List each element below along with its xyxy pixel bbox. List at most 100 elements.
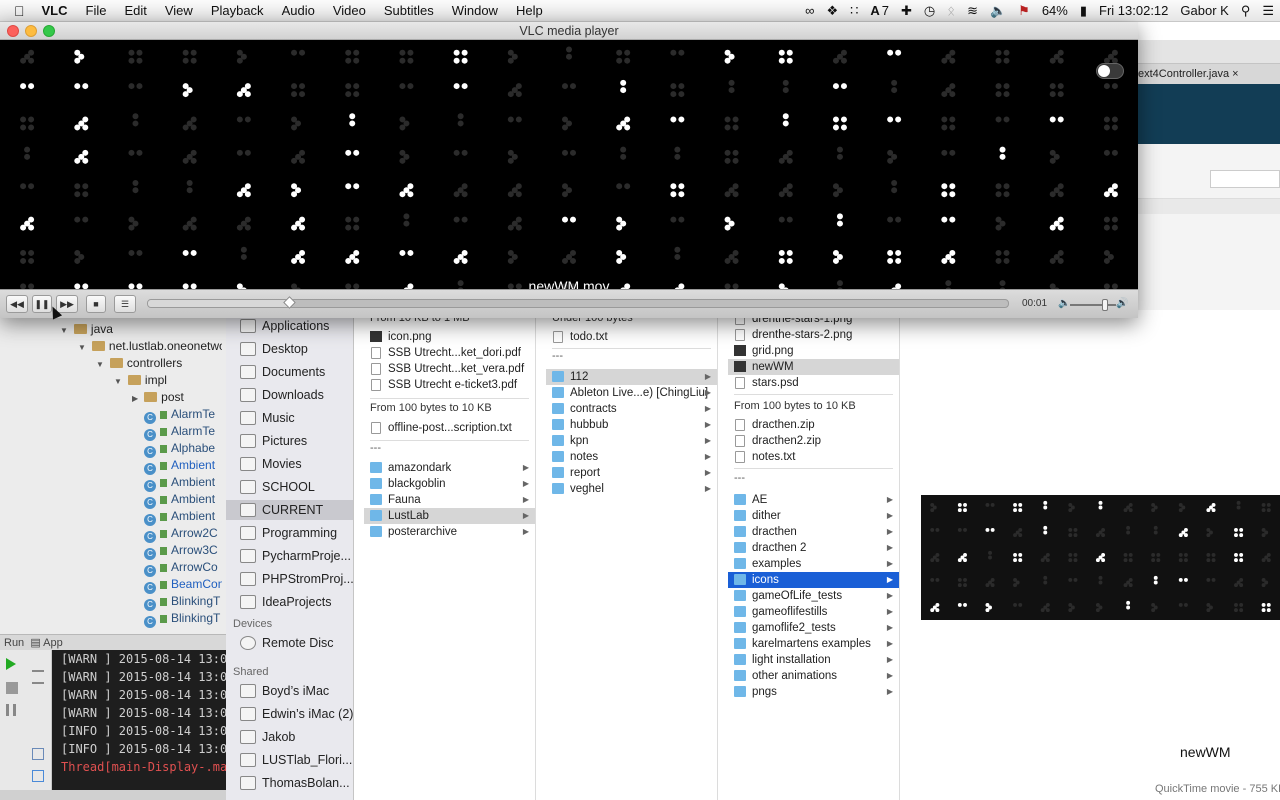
folder-item[interactable]: icons ▶ — [728, 572, 899, 588]
tree-item[interactable]: C BlinkingT — [144, 610, 220, 628]
file-item[interactable]: SSB Utrecht...ket_dori.pdf — [364, 345, 535, 361]
menu-subtitles[interactable]: Subtitles — [375, 0, 443, 22]
chevron-down-icon[interactable]: ▼ — [114, 377, 122, 386]
folder-item[interactable]: LustLab ▶ — [364, 508, 535, 524]
sidebar-device-item[interactable]: Remote Disc — [226, 633, 353, 653]
stop-button[interactable]: ■ — [86, 295, 106, 313]
menu-window[interactable]: Window — [443, 0, 507, 22]
run-label[interactable]: Run — [4, 637, 24, 649]
pause-icon[interactable] — [6, 704, 16, 716]
tree-item[interactable]: C Ambient — [144, 474, 215, 492]
folder-item[interactable]: posterarchive ▶ — [364, 524, 535, 540]
clock[interactable]: Fri 13:02:12 — [1093, 0, 1174, 22]
close-tab-icon[interactable]: × — [1232, 68, 1238, 80]
spotlight-icon[interactable]: ⚲ — [1235, 0, 1257, 22]
folder-item[interactable]: dracthen ▶ — [728, 524, 899, 540]
file-item[interactable]: notes.txt — [728, 449, 899, 465]
chevron-down-icon[interactable]: ▼ — [96, 360, 104, 369]
menu-view[interactable]: View — [156, 0, 202, 22]
tree-item[interactable]: ▼ impl — [114, 372, 167, 389]
sidebar-item[interactable]: Desktop — [226, 339, 353, 359]
mute-icon[interactable]: 🔈 — [1058, 298, 1070, 309]
volume-slider[interactable] — [1070, 304, 1116, 306]
tree-item[interactable]: C BlinkingT — [144, 593, 220, 611]
menu-audio[interactable]: Audio — [273, 0, 324, 22]
time-machine-icon[interactable]: ◷ — [918, 0, 941, 22]
tree-item[interactable]: C Alphabe — [144, 440, 215, 458]
folder-item[interactable]: Ableton Live...e) [ChingLiu] ▶ — [546, 385, 717, 401]
sidebar-item[interactable]: Applications — [226, 316, 353, 336]
movie-preview-thumbnail[interactable] — [921, 495, 1280, 620]
minimize-window-button[interactable] — [25, 25, 37, 37]
folder-item[interactable]: gamoflife2_tests ▶ — [728, 620, 899, 636]
playlist-button[interactable]: ☰ — [114, 295, 136, 313]
tree-item[interactable]: C Ambient — [144, 508, 215, 526]
folder-item[interactable]: gameoflifestills ▶ — [728, 604, 899, 620]
sidebar-item[interactable]: SCHOOL — [226, 477, 353, 497]
chevron-right-icon[interactable]: ▶ — [132, 394, 138, 403]
ide-search-field[interactable] — [1210, 170, 1280, 188]
tree-item[interactable]: ▼ net.lustlab.oneonetwo — [78, 338, 222, 355]
close-window-button[interactable] — [7, 25, 19, 37]
tree-item[interactable]: C Arrow2C — [144, 525, 218, 543]
sidebar-item[interactable]: PycharmProje... — [226, 546, 353, 566]
sidebar-item[interactable]: Downloads — [226, 385, 353, 405]
user-name[interactable]: Gabor K — [1174, 0, 1234, 22]
dropbox-icon[interactable]: ❖ — [820, 0, 844, 22]
fullscreen-toggle[interactable] — [1096, 63, 1124, 79]
infinity-icon[interactable]: ∞ — [799, 0, 820, 22]
folder-item[interactable]: gameOfLife_tests ▶ — [728, 588, 899, 604]
sidebar-item[interactable]: Music — [226, 408, 353, 428]
file-item[interactable]: dracthen2.zip — [728, 433, 899, 449]
file-item[interactable]: stars.psd — [728, 375, 899, 391]
sidebar-shared-item[interactable]: Jakob — [226, 727, 353, 747]
sidebar-item[interactable]: PHPStromProj... — [226, 569, 353, 589]
grid-icon[interactable]: ∷ — [844, 0, 864, 22]
folder-item[interactable]: notes ▶ — [546, 449, 717, 465]
sidebar-item[interactable]: Movies — [226, 454, 353, 474]
file-item[interactable]: todo.txt — [546, 329, 717, 345]
folder-item[interactable]: pngs ▶ — [728, 684, 899, 700]
sidebar-item[interactable]: Documents — [226, 362, 353, 382]
tree-item[interactable]: ▼ java — [60, 321, 113, 338]
up-icon[interactable] — [32, 660, 44, 672]
menu-video[interactable]: Video — [324, 0, 375, 22]
sidebar-item[interactable]: CURRENT — [226, 500, 353, 520]
menu-playback[interactable]: Playback — [202, 0, 273, 22]
sidebar-item[interactable]: IdeaProjects — [226, 592, 353, 612]
folder-item[interactable]: Fauna ▶ — [364, 492, 535, 508]
chevron-down-icon[interactable]: ▼ — [60, 326, 68, 335]
flag-icon[interactable]: ⚑ — [1012, 0, 1036, 22]
volume-icon[interactable]: 🔈 — [984, 0, 1012, 22]
file-item[interactable]: grid.png — [728, 343, 899, 359]
file-item[interactable]: offline-post...scription.txt — [364, 420, 535, 436]
folder-item[interactable]: amazondark ▶ — [364, 460, 535, 476]
file-item[interactable]: drenthe-stars-2.png — [728, 327, 899, 343]
sidebar-item[interactable]: Pictures — [226, 431, 353, 451]
folder-item[interactable]: 112 ▶ — [546, 369, 717, 385]
tree-item[interactable]: ▼ controllers — [96, 355, 182, 372]
bluetooth-icon[interactable]: ᛟ — [941, 0, 961, 22]
zoom-window-button[interactable] — [43, 25, 55, 37]
menu-edit[interactable]: Edit — [115, 0, 155, 22]
folder-item[interactable]: karelmartens examples ▶ — [728, 636, 899, 652]
app-label[interactable]: App — [43, 637, 63, 649]
folder-item[interactable]: AE ▶ — [728, 492, 899, 508]
volume-knob[interactable] — [1101, 299, 1108, 311]
folder-item[interactable]: light installation ▶ — [728, 652, 899, 668]
folder-item[interactable]: dracthen 2 ▶ — [728, 540, 899, 556]
max-volume-icon[interactable]: 🔊 — [1116, 298, 1128, 309]
tree-item[interactable]: C Ambient — [144, 457, 215, 475]
notification-center-icon[interactable]: ☰ — [1256, 0, 1280, 22]
sidebar-shared-item[interactable]: Edwin’s iMac (2) — [226, 704, 353, 724]
tree-item[interactable]: C AlarmTe — [144, 423, 215, 441]
run-console[interactable]: [WARN ] 2015-08-14 13:0 [WARN ] 2015-08-1… — [52, 650, 226, 790]
tree-item[interactable]: C Ambient — [144, 491, 215, 509]
folder-item[interactable]: other animations ▶ — [728, 668, 899, 684]
seek-bar[interactable] — [147, 299, 1009, 308]
folder-item[interactable]: contracts ▶ — [546, 401, 717, 417]
apple-menu-icon[interactable]:  — [0, 0, 33, 22]
sidebar-shared-item[interactable]: Boyd’s iMac — [226, 681, 353, 701]
sidebar-shared-item[interactable]: ThomasBolan... — [226, 773, 353, 793]
wifi-icon[interactable]: ≋ — [961, 0, 984, 22]
